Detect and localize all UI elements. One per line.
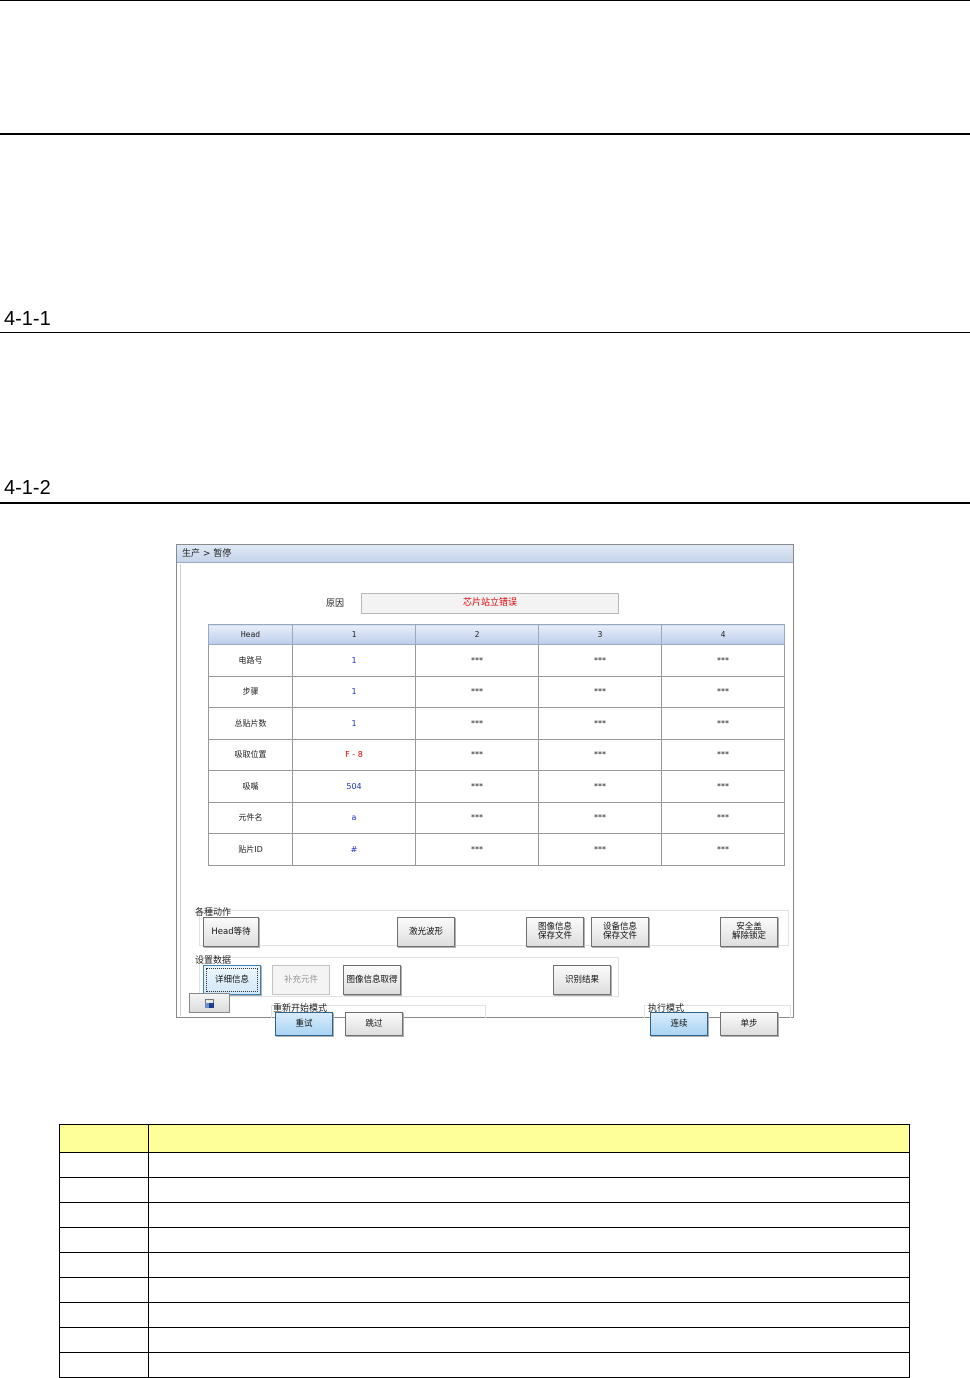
top-rule: [0, 0, 970, 1]
column-header: 3: [538, 624, 662, 645]
column-header: 1: [292, 624, 416, 645]
cell: ***: [415, 833, 539, 866]
table-row: [59, 1327, 910, 1353]
cell: 1: [292, 644, 416, 677]
table-row: [59, 1352, 910, 1378]
image-info-save-button[interactable]: 图像信息 保存文件: [526, 917, 584, 947]
actions-group: [199, 910, 789, 946]
table-row: [59, 1202, 910, 1228]
cell: ***: [661, 833, 785, 866]
row-label: 贴片ID: [208, 833, 293, 866]
cell: 1: [292, 707, 416, 740]
cell: F - 8: [292, 738, 416, 771]
row-label: 吸取位置: [208, 738, 293, 771]
row-label: 步骤: [208, 675, 293, 708]
cell: ***: [661, 770, 785, 803]
single-step-button[interactable]: 单步: [720, 1012, 778, 1036]
continuous-button[interactable]: 连续: [650, 1012, 708, 1036]
column-header: 2: [415, 624, 539, 645]
window-toggle-button[interactable]: [189, 993, 230, 1013]
window-icon: [205, 999, 215, 1009]
cell: ***: [538, 644, 662, 677]
cell: ***: [538, 675, 662, 708]
retry-button[interactable]: 重试: [275, 1012, 333, 1036]
cell: ***: [415, 707, 539, 740]
cell: ***: [661, 675, 785, 708]
pause-window: 生产 > 暂停 原因 芯片站立错误 Head 1 2 3 4 电路号 1 ***…: [176, 544, 794, 1036]
table-header-row: Head 1 2 3 4: [208, 624, 785, 645]
reason-value: 芯片站立错误: [361, 593, 619, 614]
table-row: [59, 1277, 910, 1303]
cell: ***: [415, 675, 539, 708]
detail-info-button[interactable]: 详细信息: [203, 965, 261, 995]
laser-waveform-button[interactable]: 激光波形: [397, 917, 455, 947]
table-row: 贴片ID # *** *** ***: [208, 833, 785, 866]
cell: ***: [661, 644, 785, 677]
cell: ***: [538, 738, 662, 771]
row-label: 总贴片数: [208, 707, 293, 740]
table-row: [59, 1302, 910, 1328]
skip-button[interactable]: 跳过: [345, 1012, 403, 1036]
cell: ***: [415, 770, 539, 803]
row-label: 元件名: [208, 801, 293, 834]
device-info-save-button[interactable]: 设备信息 保存文件: [591, 917, 649, 947]
cell: ***: [661, 738, 785, 771]
row-label: 吸嘴: [208, 770, 293, 803]
table-row: 吸取位置 F - 8 *** *** ***: [208, 738, 785, 771]
section-rule: [0, 133, 970, 135]
table-row: 步骤 1 *** *** ***: [208, 675, 785, 708]
window-body: 原因 芯片站立错误 Head 1 2 3 4 电路号 1 *** *** ***…: [180, 564, 791, 1036]
table-header-row: [59, 1124, 910, 1153]
heading-4-1-2: 4-1-2: [4, 477, 51, 499]
cell: ***: [661, 707, 785, 740]
cell: a: [292, 801, 416, 834]
cell: ***: [415, 801, 539, 834]
cell: ***: [538, 801, 662, 834]
column-header: 4: [661, 624, 785, 645]
column-header: Head: [208, 624, 293, 645]
table-row: [59, 1177, 910, 1203]
cell: ***: [415, 644, 539, 677]
table-row: 吸嘴 504 *** *** ***: [208, 770, 785, 803]
table-row: 元件名 a *** *** ***: [208, 801, 785, 834]
row-label: 电路号: [208, 644, 293, 677]
recognition-result-button[interactable]: 识别结果: [553, 965, 611, 995]
table-row: [59, 1252, 910, 1278]
cell: ***: [538, 770, 662, 803]
cell: ***: [415, 738, 539, 771]
head-status-table: Head 1 2 3 4 电路号 1 *** *** *** 步骤 1 *** …: [208, 624, 785, 866]
cell: ***: [538, 707, 662, 740]
safety-cover-unlock-button[interactable]: 安全盖 解除锁定: [720, 917, 778, 947]
table-row: [59, 1227, 910, 1253]
supplement-component-button[interactable]: 补充元件: [272, 965, 330, 995]
description-table: [59, 1124, 910, 1378]
reason-label: 原因: [326, 599, 345, 609]
breadcrumb: 生产 > 暂停: [177, 545, 793, 563]
table-row: 电路号 1 *** *** ***: [208, 644, 785, 677]
cell: 1: [292, 675, 416, 708]
table-row: 总贴片数 1 *** *** ***: [208, 707, 785, 740]
cell: ***: [538, 833, 662, 866]
cell: #: [292, 833, 416, 866]
head-wait-button[interactable]: Head等待: [203, 917, 259, 947]
table-row: [59, 1152, 910, 1178]
cell: 504: [292, 770, 416, 803]
image-info-get-button[interactable]: 图像信息取得: [343, 965, 401, 995]
heading-4-1-2-rule: [0, 502, 970, 504]
heading-4-1-1: 4-1-1: [4, 308, 51, 330]
cell: ***: [661, 801, 785, 834]
heading-4-1-1-rule: [0, 332, 970, 333]
